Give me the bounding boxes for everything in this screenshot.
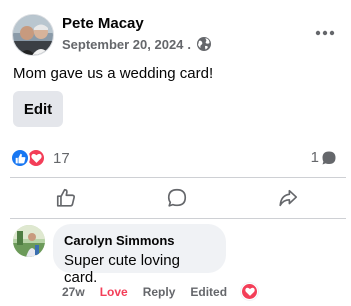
comment-count-value: 1 bbox=[310, 149, 319, 166]
post-date[interactable]: September 20, 2024 bbox=[62, 37, 183, 52]
comment-love-button[interactable]: Love bbox=[100, 285, 128, 299]
edit-button[interactable]: Edit bbox=[13, 91, 63, 127]
reaction-count: 17 bbox=[53, 149, 70, 167]
share-icon bbox=[279, 189, 298, 207]
commenter-avatar[interactable] bbox=[13, 225, 45, 257]
globe-icon[interactable] bbox=[196, 36, 212, 52]
comment-bubble: Carolyn Simmons Super cute loving card. bbox=[53, 224, 226, 286]
comment-reply-button[interactable]: Reply bbox=[143, 285, 176, 299]
like-button[interactable] bbox=[52, 184, 80, 212]
comment-edited-label[interactable]: Edited bbox=[190, 285, 227, 299]
more-options-button[interactable] bbox=[313, 22, 337, 44]
comment-count[interactable]: 1 bbox=[311, 149, 337, 166]
comment-icon bbox=[167, 188, 187, 207]
comment-timestamp[interactable]: 27w bbox=[62, 285, 85, 299]
author-avatar[interactable] bbox=[12, 14, 54, 56]
post-text: Mom gave us a wedding card! bbox=[13, 65, 214, 82]
like-icon bbox=[56, 188, 75, 207]
post-meta: September 20, 2024 . bbox=[62, 36, 212, 52]
comment-button[interactable] bbox=[163, 184, 191, 212]
divider-bottom bbox=[10, 218, 346, 219]
author-name[interactable]: Pete Macay bbox=[62, 15, 144, 32]
divider-top bbox=[10, 177, 346, 178]
like-icon bbox=[10, 148, 30, 168]
comment-actions: 27w Love Reply Edited bbox=[62, 283, 259, 300]
meta-separator: . bbox=[187, 36, 192, 52]
reactions-summary[interactable]: 17 bbox=[10, 148, 70, 168]
love-icon[interactable] bbox=[241, 283, 259, 300]
share-button[interactable] bbox=[274, 184, 302, 212]
comment-bubble-icon bbox=[322, 151, 336, 164]
comment-text: Super cute loving card. bbox=[64, 252, 180, 286]
commenter-name[interactable]: Carolyn Simmons bbox=[64, 233, 215, 248]
more-icon bbox=[315, 30, 335, 36]
